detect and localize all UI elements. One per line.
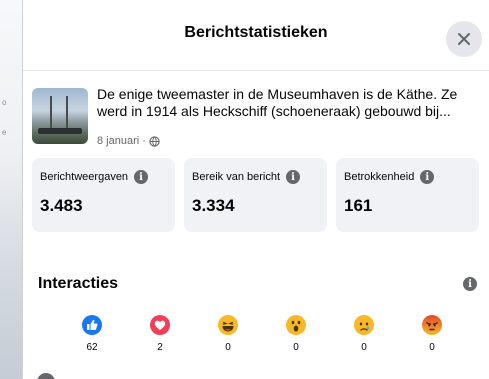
sad-icon [354, 315, 374, 335]
post-thumbnail[interactable] [32, 88, 88, 144]
info-icon[interactable]: i [134, 170, 149, 184]
background-text-fragment: e [2, 128, 7, 137]
background-page-edge: o e [0, 0, 22, 379]
post-meta: 8 januari · [97, 135, 160, 147]
reaction-count: 0 [225, 342, 231, 353]
reaction-count: 0 [429, 342, 435, 353]
background-text-fragment: o [2, 98, 7, 107]
stat-label: Berichtweergaven [40, 171, 129, 183]
stats-row: Berichtweergaven i 3.483 Bereik van beri… [32, 158, 479, 232]
post-preview[interactable]: De enige tweemaster in de Museumhaven is… [32, 86, 479, 151]
stat-label: Betrokkenheid [344, 171, 415, 183]
info-icon[interactable]: i [463, 277, 477, 291]
info-icon[interactable]: i [286, 170, 301, 184]
stat-value: 3.483 [40, 196, 83, 215]
reaction-angry: 0 [407, 315, 457, 353]
stat-card-reach: Bereik van bericht i 3.334 [184, 158, 327, 232]
reaction-haha: 0 [203, 315, 253, 353]
reaction-count: 0 [361, 342, 367, 353]
dialog-title: Berichtstatistieken [184, 24, 328, 41]
love-icon [150, 315, 170, 335]
close-icon [458, 33, 470, 45]
post-text: De enige tweemaster in de Museumhaven is… [97, 86, 458, 119]
post-date[interactable]: 8 januari · [97, 135, 146, 147]
angry-icon [422, 315, 442, 335]
reaction-count: 0 [293, 342, 299, 353]
globe-icon [149, 135, 160, 147]
reaction-love: 2 [135, 315, 185, 353]
post-insights-dialog: Berichtstatistieken De enige tweemaster … [22, 0, 489, 379]
dialog-header: Berichtstatistieken [23, 0, 489, 71]
close-button[interactable] [446, 21, 482, 57]
reaction-count: 2 [157, 342, 163, 353]
reaction-like: 62 [67, 315, 117, 353]
stat-value: 3.334 [192, 196, 235, 215]
stat-label: Bereik van bericht [192, 171, 281, 183]
reaction-count: 62 [86, 342, 98, 353]
reaction-sad: 0 [339, 315, 389, 353]
reaction-wow: 0 [271, 315, 321, 353]
stat-card-engagement: Betrokkenheid i 161 [336, 158, 479, 232]
interactions-title: Interacties [38, 275, 119, 292]
like-icon [82, 315, 102, 335]
reactions-row: 62 2 0 0 0 0 [63, 315, 453, 355]
info-icon[interactable]: i [420, 170, 435, 184]
stat-card-views: Berichtweergaven i 3.483 [32, 158, 175, 232]
avatar [37, 373, 55, 379]
wow-icon [286, 315, 306, 335]
stat-value: 161 [344, 196, 373, 215]
haha-icon [218, 315, 238, 335]
